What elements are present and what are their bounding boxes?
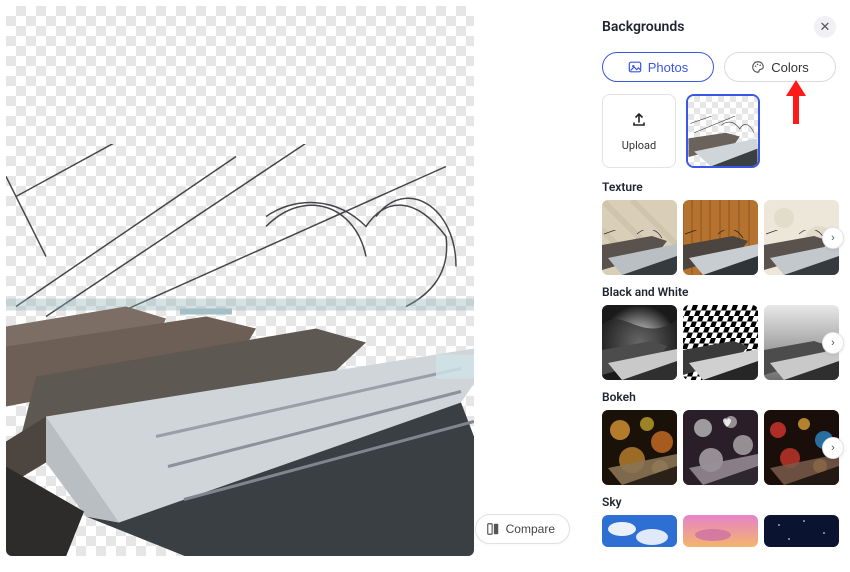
tab-row: Photos Colors xyxy=(602,52,836,82)
sidebar: Backgrounds ✕ Photos Colors Upload xyxy=(588,0,850,572)
bw-thumb-1[interactable] xyxy=(602,305,677,380)
close-icon: ✕ xyxy=(820,19,831,35)
compare-button[interactable]: Compare xyxy=(475,514,570,544)
bw-row: › xyxy=(602,305,836,380)
current-image-thumb[interactable] xyxy=(686,94,760,168)
canvas-checkerboard[interactable] xyxy=(6,6,474,556)
canvas-area: Compare xyxy=(0,0,588,572)
section-bw-title: Black and White xyxy=(602,285,836,299)
thumb-checker xyxy=(688,96,758,166)
sky-thumb-3[interactable] xyxy=(764,515,839,547)
compare-icon xyxy=(486,522,500,536)
sky-thumb-1[interactable] xyxy=(602,515,677,547)
bokeh-row: › xyxy=(602,410,836,485)
texture-thumb-1[interactable] xyxy=(602,200,677,275)
section-texture-title: Texture xyxy=(602,180,836,194)
subject-image xyxy=(6,144,474,557)
upload-icon xyxy=(631,111,647,131)
bw-next-button[interactable]: › xyxy=(822,332,844,354)
chevron-right-icon: › xyxy=(831,442,835,454)
section-sky-title: Sky xyxy=(602,495,836,509)
sky-thumb-2[interactable] xyxy=(683,515,758,547)
section-bw: Black and White › xyxy=(602,285,836,380)
palette-icon xyxy=(751,60,765,74)
texture-next-button[interactable]: › xyxy=(822,227,844,249)
sky-row xyxy=(602,515,836,547)
texture-thumb-2[interactable] xyxy=(683,200,758,275)
bokeh-thumb-2[interactable] xyxy=(683,410,758,485)
bokeh-thumb-1[interactable] xyxy=(602,410,677,485)
chevron-right-icon: › xyxy=(831,337,835,349)
bokeh-next-button[interactable]: › xyxy=(822,437,844,459)
sidebar-title: Backgrounds xyxy=(602,19,684,35)
bw-thumb-2[interactable] xyxy=(683,305,758,380)
annotation-arrow xyxy=(786,80,806,124)
section-bokeh: Bokeh › xyxy=(602,390,836,485)
sidebar-header: Backgrounds ✕ xyxy=(602,16,836,38)
tab-colors-label: Colors xyxy=(771,60,809,75)
upload-card[interactable]: Upload xyxy=(602,94,676,168)
upload-label: Upload xyxy=(622,139,656,152)
tab-colors[interactable]: Colors xyxy=(724,52,836,82)
photos-icon xyxy=(628,60,642,74)
section-texture: Texture › xyxy=(602,180,836,275)
tab-photos[interactable]: Photos xyxy=(602,52,714,82)
tab-photos-label: Photos xyxy=(648,60,688,75)
section-bokeh-title: Bokeh xyxy=(602,390,836,404)
compare-label: Compare xyxy=(506,522,555,536)
chevron-right-icon: › xyxy=(831,232,835,244)
section-sky: Sky xyxy=(602,495,836,547)
close-button[interactable]: ✕ xyxy=(814,16,836,38)
texture-row: › xyxy=(602,200,836,275)
